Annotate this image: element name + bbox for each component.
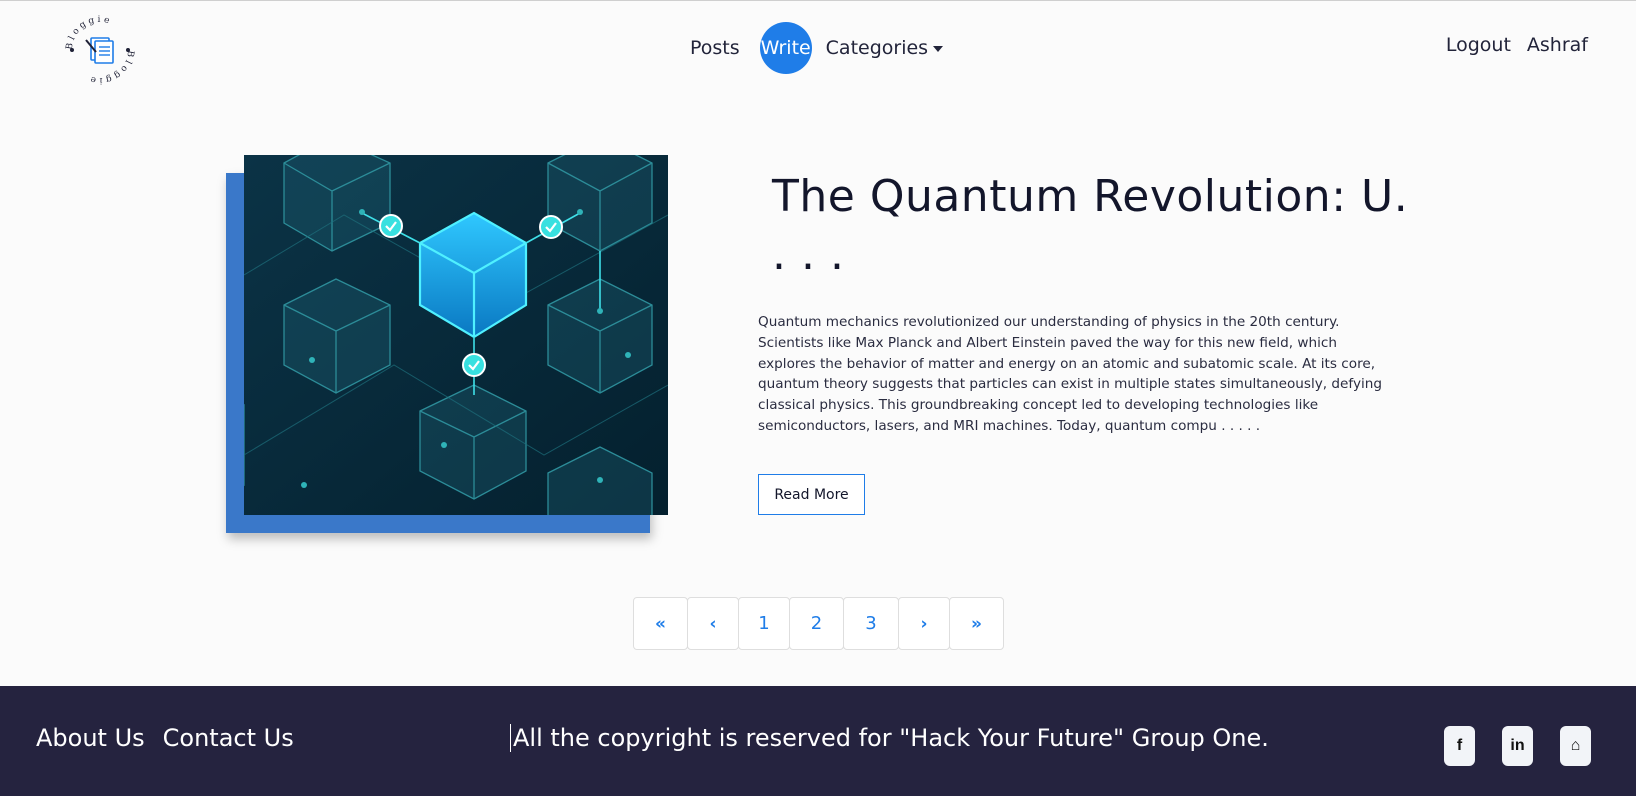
page-last-button[interactable]: »: [949, 597, 1004, 650]
nav-posts[interactable]: Posts: [690, 37, 740, 59]
pagination: « ‹ 1 2 3 › »: [633, 597, 1004, 650]
post-image-container: [226, 155, 668, 535]
page-prev-button[interactable]: ‹: [687, 597, 739, 650]
page-next-button[interactable]: ›: [898, 597, 950, 650]
footer-links: About Us Contact Us: [36, 724, 294, 752]
linkedin-icon[interactable]: in: [1502, 726, 1533, 766]
user-nav: Logout Ashraf: [1446, 34, 1588, 56]
page-first-button[interactable]: «: [633, 597, 688, 650]
read-more-button[interactable]: Read More: [758, 474, 865, 515]
page-3-button[interactable]: 3: [843, 597, 899, 650]
site-header: Bloggie Bloggie Posts Write Categories L…: [0, 4, 1636, 86]
quantum-cubes-illustration: [244, 155, 668, 515]
caret-down-icon: [933, 45, 944, 52]
facebook-icon[interactable]: f: [1444, 726, 1475, 766]
post-excerpt: Quantum mechanics revolutionized our und…: [758, 314, 1383, 434]
logo-icon: Bloggie Bloggie: [65, 15, 133, 85]
categories-label: Categories: [825, 37, 929, 59]
page-2-button[interactable]: 2: [789, 597, 844, 650]
page-1-button[interactable]: 1: [738, 597, 790, 650]
contact-us-link[interactable]: Contact Us: [163, 724, 294, 752]
copyright-text: All the copyright is reserved for "Hack …: [510, 724, 1269, 752]
main-nav: Posts Write Categories: [690, 22, 963, 74]
social-links: f in ⌂: [1444, 726, 1591, 766]
logout-link[interactable]: Logout: [1446, 34, 1511, 56]
nav-write-button[interactable]: Write: [759, 22, 812, 74]
about-us-link[interactable]: About Us: [36, 724, 145, 752]
post-title[interactable]: The Quantum Revolution: U. . . .: [772, 168, 1412, 284]
nav-categories-dropdown[interactable]: Categories: [825, 37, 944, 59]
github-icon[interactable]: ⌂: [1560, 726, 1591, 766]
post-image[interactable]: [244, 155, 668, 515]
user-profile-link[interactable]: Ashraf: [1527, 34, 1588, 56]
site-footer: About Us Contact Us All the copyright is…: [0, 686, 1636, 796]
site-logo[interactable]: Bloggie Bloggie: [62, 12, 138, 88]
